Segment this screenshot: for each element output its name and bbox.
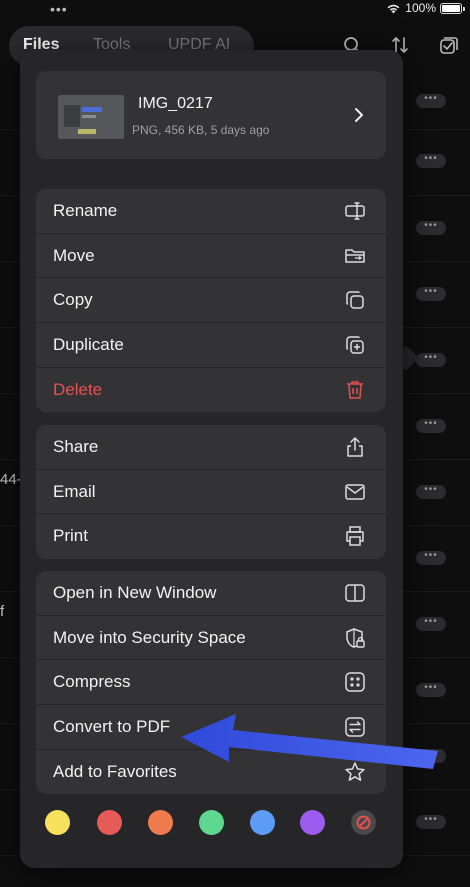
battery-icon — [440, 2, 465, 14]
more-button[interactable]: ••• — [416, 815, 446, 829]
menu-item-label: Share — [53, 437, 99, 456]
more-button[interactable]: ••• — [416, 287, 446, 301]
convert-icon — [345, 717, 365, 737]
menu-item-compress[interactable]: Compress — [36, 660, 386, 706]
menu-item-copy[interactable]: Copy — [36, 278, 386, 324]
background-text-fragment: f — [0, 603, 5, 620]
menu-item-label: Open in New Window — [53, 583, 217, 602]
menu-item-rename[interactable]: Rename — [36, 189, 386, 234]
menu-item-move[interactable]: Move — [36, 234, 386, 279]
color-tag-orange[interactable] — [148, 810, 173, 835]
status-bar: ••• 100% — [0, 0, 470, 18]
menu-item-email[interactable]: Email — [36, 470, 386, 515]
envelope-icon — [345, 483, 365, 500]
menu-item-label: Delete — [53, 379, 103, 399]
background-text-fragment: 44- — [0, 471, 22, 488]
menu-item-label: Copy — [53, 290, 93, 310]
more-button[interactable]: ••• — [416, 683, 446, 697]
move-folder-icon — [345, 248, 365, 263]
more-button[interactable]: ••• — [416, 749, 446, 763]
menu-item-convert-to-pdf[interactable]: Convert to PDF — [36, 705, 386, 750]
menu-item-security-space[interactable]: Move into Security Space — [36, 616, 386, 661]
menu-item-label: Move into Security Space — [53, 627, 246, 647]
menu-item-duplicate[interactable]: Duplicate — [36, 323, 386, 368]
more-button[interactable]: ••• — [416, 617, 446, 631]
multitask-dots[interactable]: ••• — [50, 1, 68, 17]
color-tag-red[interactable] — [97, 810, 122, 835]
more-button[interactable]: ••• — [416, 485, 446, 499]
more-button[interactable]: ••• — [416, 551, 446, 565]
menu-group-more-actions: Open in New Window Move into Security Sp… — [36, 571, 386, 795]
menu-item-delete[interactable]: Delete — [36, 368, 386, 413]
select-icon[interactable] — [437, 34, 459, 56]
color-tag-yellow[interactable] — [45, 810, 70, 835]
more-button[interactable]: ••• — [416, 154, 446, 168]
share-icon — [347, 437, 363, 457]
menu-item-label: Print — [53, 526, 88, 546]
trash-icon — [347, 381, 363, 399]
menu-item-add-to-favorites[interactable]: Add to Favorites — [36, 750, 386, 795]
file-thumbnail — [58, 95, 124, 139]
menu-item-label: Rename — [53, 201, 118, 220]
compress-icon — [345, 672, 365, 693]
split-window-icon — [345, 584, 365, 602]
menu-item-label: Email — [53, 481, 96, 501]
more-button[interactable]: ••• — [416, 94, 446, 108]
menu-item-share[interactable]: Share — [36, 425, 386, 470]
printer-icon — [346, 526, 364, 547]
shield-lock-icon — [346, 627, 365, 648]
color-tag-green[interactable] — [199, 810, 224, 835]
chevron-right-icon — [355, 108, 363, 122]
star-icon — [345, 762, 365, 781]
menu-item-label: Move — [53, 245, 95, 265]
menu-item-label: Convert to PDF — [53, 717, 171, 737]
status-right: 100% — [386, 1, 465, 15]
color-tag-purple[interactable] — [300, 810, 325, 835]
menu-item-label: Compress — [53, 672, 131, 692]
file-meta: PNG, 456 KB, 5 days ago — [132, 123, 270, 137]
menu-group-share: Share Email Print — [36, 425, 386, 560]
file-name: IMG_0217 — [138, 95, 213, 112]
more-button[interactable]: ••• — [416, 419, 446, 433]
copy-icon — [346, 291, 364, 310]
color-tag-blue[interactable] — [250, 810, 275, 835]
rename-icon — [345, 202, 365, 220]
more-button[interactable]: ••• — [416, 353, 446, 367]
battery-percent: 100% — [405, 1, 436, 15]
menu-item-print[interactable]: Print — [36, 514, 386, 559]
menu-item-label: Add to Favorites — [53, 761, 177, 781]
menu-item-open-new-window[interactable]: Open in New Window — [36, 571, 386, 616]
no-tag-icon[interactable] — [351, 810, 376, 835]
more-button[interactable]: ••• — [416, 221, 446, 235]
menu-item-label: Duplicate — [53, 335, 124, 355]
file-info-card[interactable]: IMG_0217 PNG, 456 KB, 5 days ago — [36, 71, 386, 159]
menu-group-file-actions: Rename Move Copy Duplicate Delete — [36, 189, 386, 413]
wifi-icon — [387, 4, 400, 13]
color-tag-row — [44, 810, 384, 838]
duplicate-icon — [346, 336, 364, 354]
